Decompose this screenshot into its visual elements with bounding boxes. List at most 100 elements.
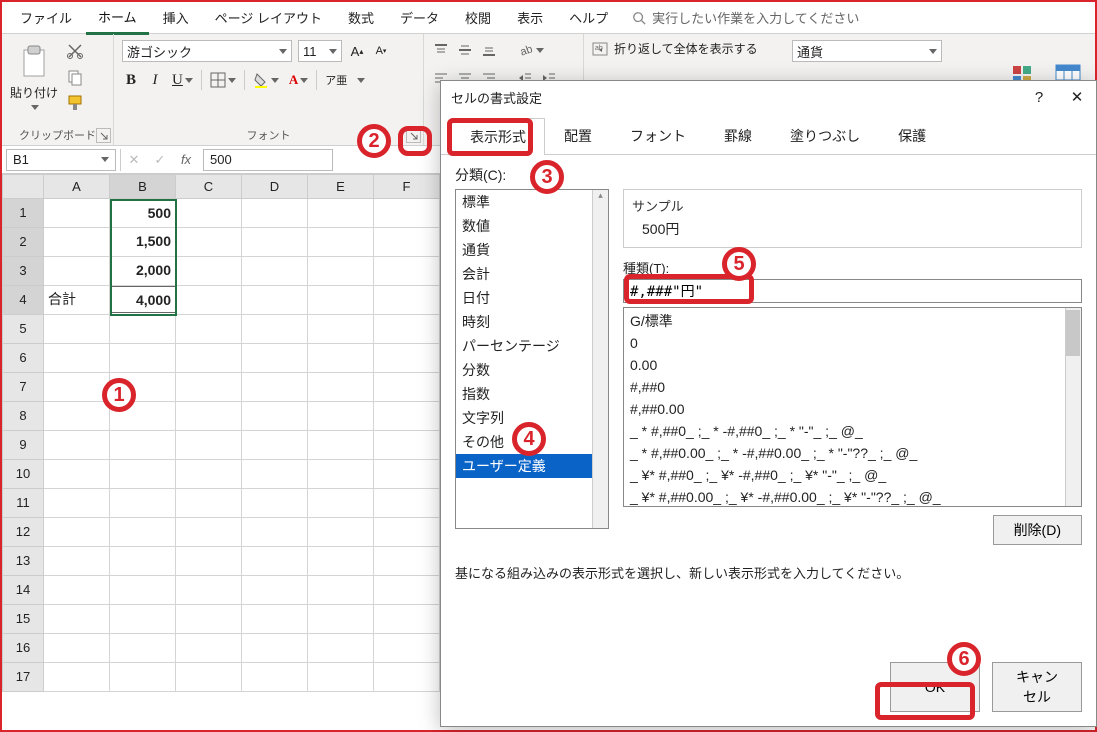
row-header[interactable]: 17 — [2, 663, 44, 692]
row-header[interactable]: 4 — [2, 286, 44, 315]
scrollbar[interactable]: ▴ — [592, 190, 608, 528]
grow-font-button[interactable]: A▴ — [348, 41, 366, 61]
select-all-corner[interactable] — [2, 174, 44, 199]
type-input[interactable] — [623, 279, 1082, 303]
cell[interactable] — [308, 199, 374, 228]
scrollbar-thumb[interactable] — [1066, 310, 1080, 356]
shrink-font-button[interactable]: A▾ — [372, 41, 390, 61]
cell[interactable] — [374, 547, 440, 576]
cell[interactable] — [176, 402, 242, 431]
row-header[interactable]: 16 — [2, 634, 44, 663]
cell[interactable] — [44, 228, 110, 257]
col-header[interactable]: C — [176, 174, 242, 199]
cell[interactable] — [374, 344, 440, 373]
row-header[interactable]: 12 — [2, 518, 44, 547]
cell[interactable] — [308, 431, 374, 460]
cell[interactable] — [308, 315, 374, 344]
align-bottom-button[interactable] — [480, 40, 498, 60]
tab-file[interactable]: ファイル — [8, 2, 84, 33]
cell[interactable] — [110, 663, 176, 692]
cell[interactable] — [242, 402, 308, 431]
cancel-button[interactable]: キャンセル — [992, 662, 1082, 712]
format-painter-icon[interactable] — [66, 94, 84, 112]
cell[interactable] — [308, 518, 374, 547]
cell[interactable] — [374, 576, 440, 605]
cell[interactable] — [308, 460, 374, 489]
type-list-item[interactable]: _ ¥* #,##0_ ;_ ¥* -#,##0_ ;_ ¥* "-"_ ;_ … — [630, 464, 1075, 486]
row-header[interactable]: 2 — [2, 228, 44, 257]
cell[interactable] — [176, 460, 242, 489]
tab-help[interactable]: ヘルプ — [557, 2, 620, 33]
cell[interactable] — [110, 489, 176, 518]
row-header[interactable]: 7 — [2, 373, 44, 402]
cell[interactable] — [374, 605, 440, 634]
type-list-item[interactable]: 0.00 — [630, 354, 1075, 376]
type-list-item[interactable]: _ ¥* #,##0.00_ ;_ ¥* -#,##0.00_ ;_ ¥* "-… — [630, 486, 1075, 507]
tab-data[interactable]: データ — [388, 2, 451, 33]
cell[interactable] — [374, 663, 440, 692]
name-box[interactable]: B1 — [6, 149, 116, 171]
row-header[interactable]: 8 — [2, 402, 44, 431]
cell[interactable] — [242, 518, 308, 547]
category-item[interactable]: 標準 — [456, 190, 608, 214]
cell[interactable] — [374, 634, 440, 663]
cell[interactable]: 合計 — [44, 286, 110, 315]
orientation-button[interactable]: ab — [516, 40, 546, 60]
font-launcher[interactable] — [406, 128, 421, 143]
type-list-item[interactable]: #,##0.00 — [630, 398, 1075, 420]
cell[interactable] — [242, 431, 308, 460]
category-list[interactable]: 標準数値通貨会計日付時刻パーセンテージ分数指数文字列その他ユーザー定義 ▴ — [455, 189, 609, 529]
col-header[interactable]: A — [44, 174, 110, 199]
row-header[interactable]: 6 — [2, 344, 44, 373]
cell[interactable] — [110, 634, 176, 663]
cell[interactable] — [308, 228, 374, 257]
row-header[interactable]: 9 — [2, 431, 44, 460]
category-item[interactable]: 数値 — [456, 214, 608, 238]
row-header[interactable]: 1 — [2, 199, 44, 228]
font-color-button[interactable]: A — [287, 70, 310, 90]
cell[interactable] — [242, 228, 308, 257]
cell[interactable] — [44, 344, 110, 373]
cell[interactable] — [308, 286, 374, 315]
font-name-select[interactable]: 游ゴシック — [122, 40, 292, 62]
cell[interactable] — [44, 518, 110, 547]
cell[interactable] — [110, 460, 176, 489]
cell[interactable] — [176, 373, 242, 402]
dlg-tab-alignment[interactable]: 配置 — [545, 117, 611, 154]
cell[interactable] — [110, 605, 176, 634]
cell[interactable] — [44, 634, 110, 663]
paste-button[interactable]: 貼り付け — [10, 44, 58, 110]
dialog-close-button[interactable]: ✕ — [1068, 88, 1086, 106]
cell[interactable] — [242, 547, 308, 576]
wrap-text-button[interactable]: 折り返して全体を表示する — [614, 40, 758, 57]
row-header[interactable]: 14 — [2, 576, 44, 605]
copy-icon[interactable] — [66, 68, 84, 86]
category-item[interactable]: 会計 — [456, 262, 608, 286]
cell[interactable] — [176, 605, 242, 634]
col-header[interactable]: F — [374, 174, 440, 199]
cell[interactable] — [242, 373, 308, 402]
cell[interactable] — [110, 518, 176, 547]
category-item[interactable]: ユーザー定義 — [456, 454, 608, 478]
underline-button[interactable]: U — [170, 70, 195, 90]
cell[interactable] — [242, 605, 308, 634]
cell[interactable] — [242, 634, 308, 663]
type-list-item[interactable]: G/標準 — [630, 310, 1075, 332]
cell[interactable] — [110, 315, 176, 344]
tab-review[interactable]: 校閲 — [453, 2, 503, 33]
cell[interactable] — [308, 547, 374, 576]
col-header[interactable]: B — [110, 174, 176, 199]
cell[interactable] — [44, 373, 110, 402]
cell[interactable] — [44, 315, 110, 344]
row-header[interactable]: 13 — [2, 547, 44, 576]
cell[interactable] — [44, 460, 110, 489]
tab-home[interactable]: ホーム — [86, 1, 149, 35]
row-header[interactable]: 11 — [2, 489, 44, 518]
cell[interactable] — [176, 518, 242, 547]
cell[interactable] — [374, 199, 440, 228]
cell[interactable] — [44, 402, 110, 431]
cell[interactable]: 4,000 — [110, 286, 176, 315]
type-list-item[interactable]: _ * #,##0_ ;_ * -#,##0_ ;_ * "-"_ ;_ @_ — [630, 420, 1075, 442]
cell[interactable] — [44, 431, 110, 460]
dlg-tab-border[interactable]: 罫線 — [705, 117, 771, 154]
